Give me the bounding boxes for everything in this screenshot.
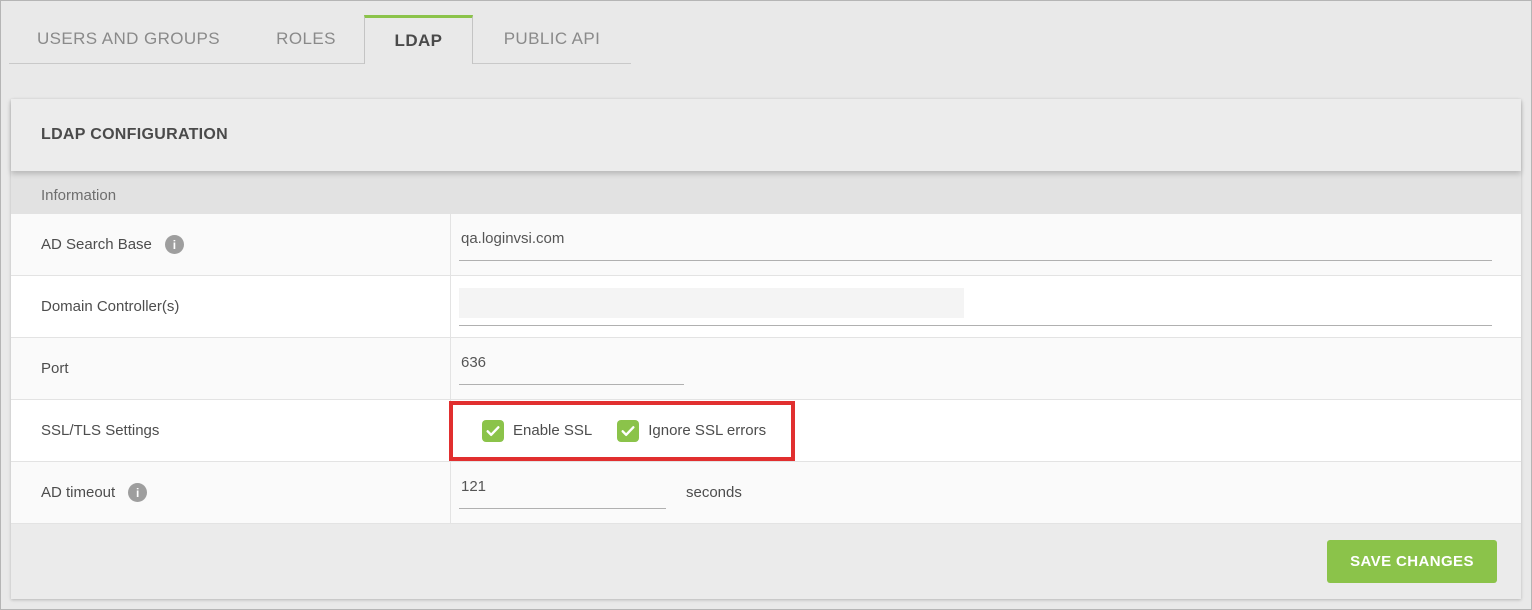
row-ad-timeout: AD timeout i 121 seconds <box>11 462 1521 524</box>
row-ad-search-base: AD Search Base i qa.loginvsi.com <box>11 214 1521 276</box>
field-label-wrap: Port <box>11 338 451 399</box>
field-value-cell: qa.loginvsi.com <box>451 214 1521 275</box>
ldap-configuration-panel: LDAP CONFIGURATION Information AD Search… <box>11 99 1521 599</box>
checked-checkbox-icon[interactable] <box>482 420 504 442</box>
tab-users-and-groups[interactable]: USERS AND GROUPS <box>9 15 248 64</box>
save-changes-button[interactable]: SAVE CHANGES <box>1327 540 1497 583</box>
field-label: AD timeout <box>41 484 115 501</box>
info-glyph: i <box>136 486 139 500</box>
row-port: Port 636 <box>11 338 1521 400</box>
field-value-cell: 121 seconds <box>451 462 1521 523</box>
field-value-cell: 636 <box>451 338 1521 399</box>
tab-public-api[interactable]: PUBLIC API <box>473 15 631 64</box>
field-label: Domain Controller(s) <box>41 298 179 315</box>
panel-title: LDAP CONFIGURATION <box>41 126 228 144</box>
field-value-cell <box>451 276 1521 337</box>
field-label: SSL/TLS Settings <box>41 422 159 439</box>
field-label: Port <box>41 360 69 377</box>
field-label-wrap: AD Search Base i <box>11 214 451 275</box>
checkbox-label: Ignore SSL errors <box>648 422 766 439</box>
checkmark-icon <box>485 423 501 439</box>
checkbox-ignore-ssl-errors[interactable]: Ignore SSL errors <box>617 420 766 442</box>
tab-bar: USERS AND GROUPS ROLES LDAP PUBLIC API <box>9 15 1531 64</box>
row-domain-controllers: Domain Controller(s) <box>11 276 1521 338</box>
tab-ldap[interactable]: LDAP <box>364 15 473 64</box>
checked-checkbox-icon[interactable] <box>617 420 639 442</box>
field-value-cell: Enable SSL Ignore SSL errors <box>451 400 1521 461</box>
port-input[interactable]: 636 <box>459 352 684 385</box>
field-label: AD Search Base <box>41 236 152 253</box>
panel-footer: SAVE CHANGES <box>11 524 1521 599</box>
info-icon[interactable]: i <box>128 483 147 502</box>
ad-timeout-input[interactable]: 121 <box>459 476 666 509</box>
domain-controllers-filled-field[interactable] <box>459 288 964 318</box>
checkbox-enable-ssl[interactable]: Enable SSL <box>482 420 592 442</box>
field-label-wrap: SSL/TLS Settings <box>11 400 451 461</box>
red-highlight-box: Enable SSL Ignore SSL errors <box>449 401 795 461</box>
checkmark-icon <box>620 423 636 439</box>
field-label-wrap: AD timeout i <box>11 462 451 523</box>
checkbox-label: Enable SSL <box>513 422 592 439</box>
row-ssl-tls-settings: SSL/TLS Settings Enable SSL <box>11 400 1521 462</box>
panel-header: LDAP CONFIGURATION <box>11 99 1521 171</box>
domain-controllers-input[interactable] <box>459 288 1492 326</box>
seconds-suffix-label: seconds <box>686 484 742 501</box>
ad-search-base-input[interactable]: qa.loginvsi.com <box>459 228 1492 261</box>
section-information: Information <box>11 171 1521 214</box>
info-icon[interactable]: i <box>165 235 184 254</box>
tab-roles[interactable]: ROLES <box>248 15 364 64</box>
section-label: Information <box>41 187 116 204</box>
field-label-wrap: Domain Controller(s) <box>11 276 451 337</box>
info-glyph: i <box>173 238 176 252</box>
